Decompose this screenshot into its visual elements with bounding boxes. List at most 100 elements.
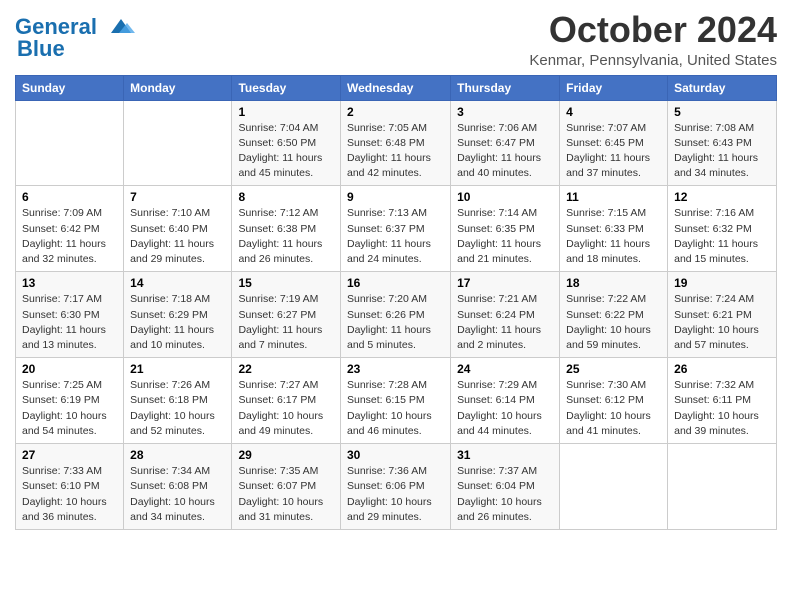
day-cell	[16, 100, 124, 186]
day-info: Sunrise: 7:18 AM Sunset: 6:29 PM Dayligh…	[130, 292, 225, 353]
day-cell: 15 Sunrise: 7:19 AM Sunset: 6:27 PM Dayli…	[232, 272, 341, 358]
day-info: Sunrise: 7:10 AM Sunset: 6:40 PM Dayligh…	[130, 206, 225, 267]
day-info: Sunrise: 7:22 AM Sunset: 6:22 PM Dayligh…	[566, 292, 661, 353]
day-number: 1	[238, 105, 334, 119]
day-cell: 23 Sunrise: 7:28 AM Sunset: 6:15 PM Dayli…	[340, 358, 450, 444]
day-cell: 3 Sunrise: 7:06 AM Sunset: 6:47 PM Daylig…	[451, 100, 560, 186]
day-cell: 9 Sunrise: 7:13 AM Sunset: 6:37 PM Daylig…	[340, 186, 450, 272]
day-info: Sunrise: 7:28 AM Sunset: 6:15 PM Dayligh…	[347, 378, 444, 439]
day-cell: 26 Sunrise: 7:32 AM Sunset: 6:11 PM Dayli…	[668, 358, 777, 444]
day-info: Sunrise: 7:20 AM Sunset: 6:26 PM Dayligh…	[347, 292, 444, 353]
day-info: Sunrise: 7:33 AM Sunset: 6:10 PM Dayligh…	[22, 464, 117, 525]
day-number: 8	[238, 190, 334, 204]
week-row-4: 20Sunrise: 7:25 AM Sunset: 6:19 PM Dayli…	[16, 358, 777, 444]
day-cell: 4 Sunrise: 7:07 AM Sunset: 6:45 PM Daylig…	[560, 100, 668, 186]
day-number: 31	[457, 448, 553, 462]
day-number: 7	[130, 190, 225, 204]
day-number: 25	[566, 362, 661, 376]
header-saturday: Saturday	[668, 75, 777, 100]
day-number: 28	[130, 448, 225, 462]
day-number: 24	[457, 362, 553, 376]
day-info: Sunrise: 7:25 AM Sunset: 6:19 PM Dayligh…	[22, 378, 117, 439]
day-cell: 28 Sunrise: 7:34 AM Sunset: 6:08 PM Dayli…	[124, 444, 232, 530]
day-cell: 7 Sunrise: 7:10 AM Sunset: 6:40 PM Daylig…	[124, 186, 232, 272]
day-number: 13	[22, 276, 117, 290]
logo-icon	[103, 15, 135, 37]
day-cell: 24Sunrise: 7:29 AM Sunset: 6:14 PM Dayli…	[451, 358, 560, 444]
day-number: 23	[347, 362, 444, 376]
day-info: Sunrise: 7:07 AM Sunset: 6:45 PM Dayligh…	[566, 121, 661, 182]
day-number: 3	[457, 105, 553, 119]
day-cell: 20Sunrise: 7:25 AM Sunset: 6:19 PM Dayli…	[16, 358, 124, 444]
header-wednesday: Wednesday	[340, 75, 450, 100]
day-number: 26	[674, 362, 770, 376]
header-sunday: Sunday	[16, 75, 124, 100]
day-cell: 5 Sunrise: 7:08 AM Sunset: 6:43 PM Daylig…	[668, 100, 777, 186]
title-section: October 2024 Kenmar, Pennsylvania, Unite…	[529, 10, 777, 69]
header-tuesday: Tuesday	[232, 75, 341, 100]
day-cell	[124, 100, 232, 186]
calendar-header-row: SundayMondayTuesdayWednesdayThursdayFrid…	[16, 75, 777, 100]
day-number: 12	[674, 190, 770, 204]
day-info: Sunrise: 7:19 AM Sunset: 6:27 PM Dayligh…	[238, 292, 334, 353]
day-cell: 11Sunrise: 7:15 AM Sunset: 6:33 PM Dayli…	[560, 186, 668, 272]
day-info: Sunrise: 7:36 AM Sunset: 6:06 PM Dayligh…	[347, 464, 444, 525]
week-row-2: 6 Sunrise: 7:09 AM Sunset: 6:42 PM Daylig…	[16, 186, 777, 272]
day-info: Sunrise: 7:05 AM Sunset: 6:48 PM Dayligh…	[347, 121, 444, 182]
day-cell: 19 Sunrise: 7:24 AM Sunset: 6:21 PM Dayli…	[668, 272, 777, 358]
month-title: October 2024	[529, 10, 777, 50]
day-number: 21	[130, 362, 225, 376]
day-cell: 6 Sunrise: 7:09 AM Sunset: 6:42 PM Daylig…	[16, 186, 124, 272]
day-cell: 16 Sunrise: 7:20 AM Sunset: 6:26 PM Dayli…	[340, 272, 450, 358]
day-info: Sunrise: 7:32 AM Sunset: 6:11 PM Dayligh…	[674, 378, 770, 439]
day-number: 27	[22, 448, 117, 462]
day-info: Sunrise: 7:34 AM Sunset: 6:08 PM Dayligh…	[130, 464, 225, 525]
page-header: General Blue October 2024 Kenmar, Pennsy…	[15, 10, 777, 69]
day-number: 19	[674, 276, 770, 290]
day-cell: 30 Sunrise: 7:36 AM Sunset: 6:06 PM Dayli…	[340, 444, 450, 530]
week-row-1: 1 Sunrise: 7:04 AM Sunset: 6:50 PM Daylig…	[16, 100, 777, 186]
day-cell: 13 Sunrise: 7:17 AM Sunset: 6:30 PM Dayli…	[16, 272, 124, 358]
day-info: Sunrise: 7:13 AM Sunset: 6:37 PM Dayligh…	[347, 206, 444, 267]
day-number: 2	[347, 105, 444, 119]
day-number: 9	[347, 190, 444, 204]
day-number: 18	[566, 276, 661, 290]
day-info: Sunrise: 7:12 AM Sunset: 6:38 PM Dayligh…	[238, 206, 334, 267]
day-info: Sunrise: 7:17 AM Sunset: 6:30 PM Dayligh…	[22, 292, 117, 353]
day-number: 29	[238, 448, 334, 462]
day-cell: 2 Sunrise: 7:05 AM Sunset: 6:48 PM Daylig…	[340, 100, 450, 186]
location: Kenmar, Pennsylvania, United States	[529, 52, 777, 69]
day-number: 17	[457, 276, 553, 290]
day-number: 15	[238, 276, 334, 290]
day-cell: 29Sunrise: 7:35 AM Sunset: 6:07 PM Dayli…	[232, 444, 341, 530]
day-info: Sunrise: 7:16 AM Sunset: 6:32 PM Dayligh…	[674, 206, 770, 267]
day-cell: 31 Sunrise: 7:37 AM Sunset: 6:04 PM Dayli…	[451, 444, 560, 530]
day-number: 16	[347, 276, 444, 290]
day-number: 6	[22, 190, 117, 204]
day-cell: 12 Sunrise: 7:16 AM Sunset: 6:32 PM Dayli…	[668, 186, 777, 272]
day-info: Sunrise: 7:26 AM Sunset: 6:18 PM Dayligh…	[130, 378, 225, 439]
day-info: Sunrise: 7:30 AM Sunset: 6:12 PM Dayligh…	[566, 378, 661, 439]
day-number: 30	[347, 448, 444, 462]
day-cell: 14 Sunrise: 7:18 AM Sunset: 6:29 PM Dayli…	[124, 272, 232, 358]
day-cell: 27 Sunrise: 7:33 AM Sunset: 6:10 PM Dayli…	[16, 444, 124, 530]
day-info: Sunrise: 7:24 AM Sunset: 6:21 PM Dayligh…	[674, 292, 770, 353]
day-cell: 8 Sunrise: 7:12 AM Sunset: 6:38 PM Daylig…	[232, 186, 341, 272]
day-info: Sunrise: 7:15 AM Sunset: 6:33 PM Dayligh…	[566, 206, 661, 267]
day-cell: 17Sunrise: 7:21 AM Sunset: 6:24 PM Dayli…	[451, 272, 560, 358]
day-cell: 10Sunrise: 7:14 AM Sunset: 6:35 PM Dayli…	[451, 186, 560, 272]
day-info: Sunrise: 7:06 AM Sunset: 6:47 PM Dayligh…	[457, 121, 553, 182]
day-number: 4	[566, 105, 661, 119]
day-number: 5	[674, 105, 770, 119]
header-monday: Monday	[124, 75, 232, 100]
day-cell: 1 Sunrise: 7:04 AM Sunset: 6:50 PM Daylig…	[232, 100, 341, 186]
day-info: Sunrise: 7:09 AM Sunset: 6:42 PM Dayligh…	[22, 206, 117, 267]
day-info: Sunrise: 7:37 AM Sunset: 6:04 PM Dayligh…	[457, 464, 553, 525]
day-info: Sunrise: 7:04 AM Sunset: 6:50 PM Dayligh…	[238, 121, 334, 182]
logo: General Blue	[15, 14, 135, 62]
day-info: Sunrise: 7:08 AM Sunset: 6:43 PM Dayligh…	[674, 121, 770, 182]
logo-blue: Blue	[17, 36, 65, 62]
day-info: Sunrise: 7:14 AM Sunset: 6:35 PM Dayligh…	[457, 206, 553, 267]
day-number: 14	[130, 276, 225, 290]
day-cell	[668, 444, 777, 530]
